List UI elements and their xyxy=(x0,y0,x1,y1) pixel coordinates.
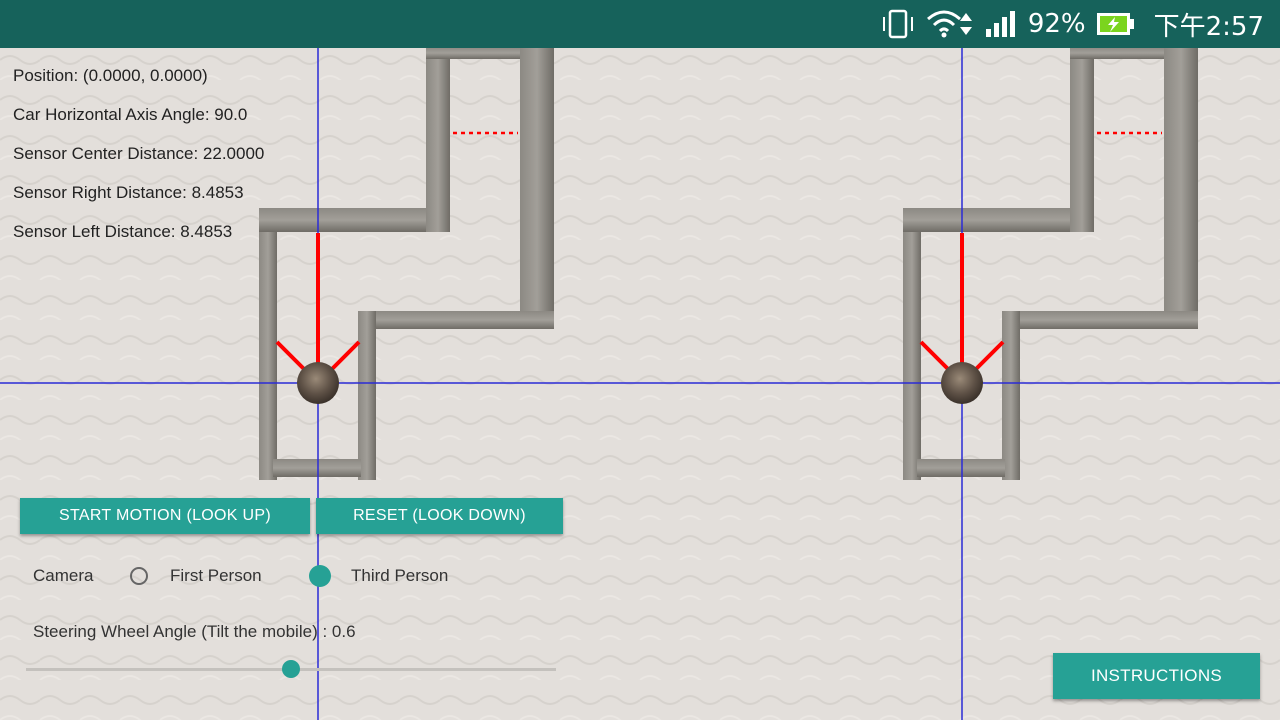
third-person-radio[interactable] xyxy=(309,565,331,587)
steering-slider-fill xyxy=(26,668,291,671)
start-motion-button[interactable]: START MOTION (LOOK UP) xyxy=(20,498,310,534)
steering-slider[interactable] xyxy=(26,660,556,678)
instructions-button[interactable]: INSTRUCTIONS xyxy=(1053,653,1260,699)
steering-slider-thumb[interactable] xyxy=(282,660,300,678)
reset-button[interactable]: RESET (LOOK DOWN) xyxy=(316,498,563,534)
status-bar: 92% 下午2:57 xyxy=(0,0,1280,48)
car-ball-right xyxy=(941,362,983,404)
first-person-radio[interactable] xyxy=(130,567,148,585)
clock: 下午2:57 xyxy=(1153,11,1264,42)
battery-charging-icon xyxy=(1096,13,1134,35)
car-ball-left xyxy=(297,362,339,404)
car-angle-readout: Car Horizontal Axis Angle: 90.0 xyxy=(13,105,248,124)
sensor-left-readout: Sensor Left Distance: 8.4853 xyxy=(13,222,233,241)
vibrate-icon xyxy=(882,9,913,39)
camera-label: Camera xyxy=(33,566,94,585)
steering-angle-label: Steering Wheel Angle (Tilt the mobile) :… xyxy=(33,622,356,641)
sensor-right-readout: Sensor Right Distance: 8.4853 xyxy=(13,183,244,202)
position-readout: Position: (0.0000, 0.0000) xyxy=(13,66,208,85)
battery-percent: 92% xyxy=(1027,9,1086,39)
first-person-label[interactable]: First Person xyxy=(170,566,262,586)
sensor-center-readout: Sensor Center Distance: 22.0000 xyxy=(13,144,265,163)
signal-icon xyxy=(985,11,1015,37)
third-person-label[interactable]: Third Person xyxy=(351,566,448,586)
wifi-icon xyxy=(926,10,972,38)
